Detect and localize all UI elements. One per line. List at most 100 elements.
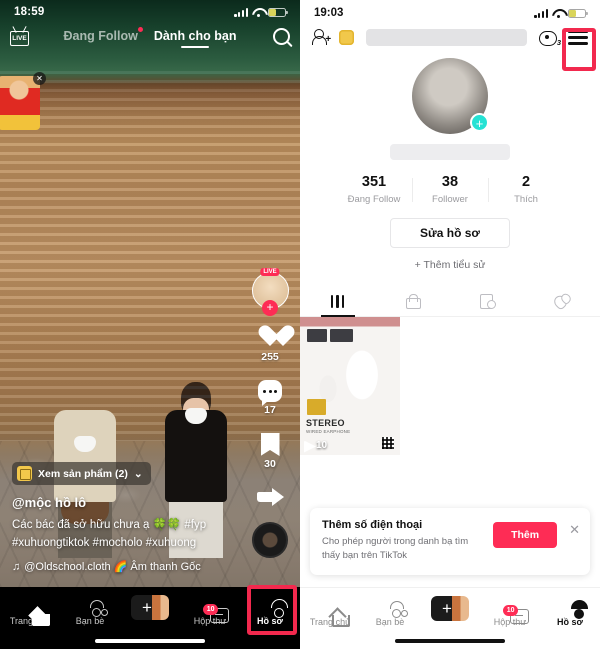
stat-followers-value: 38 [441,174,459,190]
lock-private-icon [406,293,421,309]
nav-profile-label: Hồ sơ [557,617,583,627]
like-button[interactable]: 255 [248,326,292,363]
profile-actions: Sửa hồ sơ [300,218,600,248]
search-icon[interactable] [273,28,290,45]
caption-text: Các bác đã sở hữu chưa ạ 🍀🍀 #fyp #xuhuon… [12,519,207,550]
stat-following-value: 351 [361,174,387,190]
add-bio-button[interactable]: + Thêm tiểu sử [300,259,600,271]
live-badge: LIVE [260,268,280,276]
video-thumbnail[interactable]: STEREO WIRED EARPHONE 10 [300,317,400,455]
follow-button[interactable]: + [262,300,278,316]
status-time: 18:59 [14,6,45,18]
tab-for-you-label: Dành cho bạn [153,29,237,43]
caption-music[interactable]: ♫ @Oldschool.cloth 🌈 Âm thanh Gốc [12,560,212,574]
live-button[interactable]: LIVE [10,31,29,46]
banner-add-button[interactable]: Thêm [493,522,558,549]
author-avatar[interactable]: LIVE + [251,268,289,316]
nav-profile-label: Hồ sơ [257,616,283,626]
bookmark-button[interactable]: 30 [248,433,292,470]
left-top-bar: 18:59 LIVE Đang Follow Dành cho bạn [0,0,300,68]
create-plus-icon: + [131,595,169,620]
coin-icon[interactable] [339,30,354,45]
heart-icon [258,326,283,349]
add-person-icon[interactable]: + [312,29,331,46]
stat-following-label: Đang Follow [347,194,401,205]
inbox-badge: 10 [503,605,518,617]
caption-music-label: @Oldschool.cloth 🌈 Âm thanh Gốc [24,561,201,573]
dual-screenshot-container: 18:59 LIVE Đang Follow Dành cho bạn ✕ LI… [0,0,600,649]
hamburger-menu-icon[interactable] [568,30,588,45]
caption-username[interactable]: @mộc hồ lô [12,495,212,510]
tab-private[interactable] [375,286,450,316]
liked-hearts-icon [554,294,571,308]
left-bottom-nav: Trang chủ Bạn bè + 10 Hộp thư Hồ sơ [0,587,300,649]
video-action-rail: LIVE + 255 17 30 [248,268,292,558]
nav-item-create[interactable]: + [420,596,480,621]
battery-icon [568,8,588,18]
tab-liked[interactable] [525,286,600,316]
stat-likes[interactable]: 2 Thích [488,174,564,205]
live-ears-icon [11,26,29,32]
thumbnail-gold-badge [307,399,326,415]
edit-profile-button[interactable]: Sửa hồ sơ [390,218,510,248]
stat-followers[interactable]: 38 Follower [412,174,488,205]
nav-item-profile[interactable]: Hồ sơ [240,595,300,626]
inbox-badge: 10 [203,604,218,616]
profile-stats: 351 Đang Follow 38 Follower 2 Thích [300,174,600,205]
banner-subtitle: Cho phép người trong danh bạ tìm thấy bạ… [322,536,469,562]
nav-item-inbox[interactable]: 10 Hộp thư [180,595,240,626]
nav-item-friends[interactable]: Bạn bè [60,595,120,626]
share-button[interactable] [248,487,292,508]
tab-for-you[interactable]: Dành cho bạn [154,29,237,48]
nav-item-home[interactable]: Trang chủ [0,595,60,626]
grid-videos-icon [330,294,345,308]
music-disc-icon[interactable] [252,522,288,558]
status-bar: 18:59 [0,0,300,18]
comment-button[interactable]: 17 [248,380,292,416]
chevron-down-icon: ⌄ [133,467,143,480]
profile-video-grid: STEREO WIRED EARPHONE 10 [300,317,600,455]
nav-item-inbox[interactable]: 10 Hộp thư [480,596,540,627]
thumbnail-stereo-text: STEREO [306,418,345,428]
profile-views-icon[interactable]: 3 [539,30,561,47]
battery-icon [268,7,288,17]
avatar[interactable]: + [412,58,489,134]
banner-text: Thêm số điện thoại Cho phép người trong … [322,519,487,563]
thumbnail-label-right [330,329,353,342]
home-indicator [395,639,505,643]
close-icon[interactable]: ✕ [569,522,580,538]
wifi-icon [252,8,264,17]
nav-item-friends[interactable]: Bạn bè [360,596,420,627]
share-icon [256,487,284,508]
right-bottom-nav: Trang chủ Bạn bè + 10 Hộp thư Hồ sơ [300,587,600,649]
create-plus-icon: + [431,596,469,621]
tab-videos[interactable] [300,286,375,316]
username-hidden-bar[interactable] [366,29,527,46]
close-icon[interactable]: ✕ [33,72,46,85]
notification-dot [137,27,143,32]
video-play-count: 10 [305,440,327,451]
nav-item-create[interactable]: + [120,595,180,620]
floating-sticker-widget[interactable]: ✕ [0,72,46,134]
signal-bars-icon [534,8,548,18]
tab-following-label: Đang Follow [63,29,138,43]
product-link-chip[interactable]: Xem sản phẩm (2) ⌄ [12,462,151,486]
tab-reposts[interactable] [450,286,525,316]
nav-friends-label: Bạn bè [375,617,405,627]
stat-following[interactable]: 351 Đang Follow [336,174,412,205]
avatar-add-icon[interactable]: + [470,113,489,132]
signal-bars-icon [234,7,248,17]
profile-tab-bar [300,286,600,317]
shopping-bag-icon [17,466,32,482]
tab-following[interactable]: Đang Follow [63,27,143,48]
status-time: 19:03 [314,7,344,19]
stat-followers-label: Follower [432,194,468,205]
status-indicators [234,7,288,17]
profile-views-count: 3 [556,38,561,47]
music-note-icon: ♫ [12,560,21,573]
comment-icon [258,380,282,406]
nav-item-home[interactable]: Trang chủ [300,596,360,627]
nav-item-profile[interactable]: Hồ sơ [540,596,600,627]
stat-likes-value: 2 [521,174,531,190]
feed-tab-bar: LIVE Đang Follow Dành cho bạn [0,27,300,48]
